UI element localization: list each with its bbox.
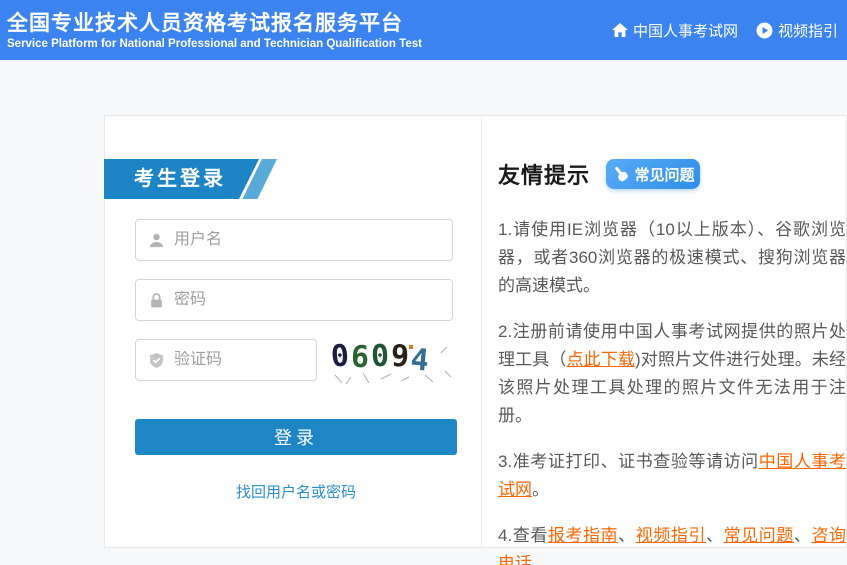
site-subtitle: Service Platform for National Profession…: [7, 37, 422, 52]
header-link-label: 中国人事考试网: [633, 20, 738, 41]
username-field-wrap: [135, 219, 453, 261]
tip-item-1: 1.请使用IE浏览器（10以上版本）、谷歌浏览器，或者360浏览器的极速模式、搜…: [498, 216, 846, 300]
tips-list: 1.请使用IE浏览器（10以上版本）、谷歌浏览器，或者360浏览器的极速模式、搜…: [498, 216, 846, 565]
tips-header: 友情提示 常见问题: [498, 158, 700, 190]
header-link-video-guide[interactable]: 视频指引: [756, 20, 838, 41]
tip-text: 3.准考证打印、证书查验等请访问: [498, 452, 759, 471]
login-panel-ribbon: 考生登录: [104, 159, 304, 199]
lock-icon: [148, 292, 165, 309]
tip-item-2: 2.注册前请使用中国人事考试网提供的照片处理工具（点此下载)对照片文件进行处理。…: [498, 318, 846, 430]
password-field-wrap: [135, 279, 453, 321]
username-input[interactable]: [174, 231, 440, 249]
shield-check-icon: [148, 352, 165, 369]
tips-panel: 友情提示 常见问题 1.请使用IE浏览器（10以上版本）、谷歌浏览器，或者360…: [482, 116, 846, 547]
faq-button[interactable]: 常见问题: [606, 159, 700, 189]
pointing-hand-icon: [612, 165, 630, 183]
tip-item-3: 3.准考证打印、证书查验等请访问中国人事考试网。: [498, 448, 846, 504]
tip-item-4: 4.查看报考指南、视频指引、常见问题、咨询电话。: [498, 522, 846, 565]
exam-guide-link[interactable]: 报考指南: [548, 526, 618, 545]
login-panel-title: 考生登录: [134, 159, 226, 199]
video-guide-link[interactable]: 视频指引: [636, 526, 706, 545]
tip-text: 、: [706, 526, 724, 545]
tip-text: 。: [532, 554, 549, 565]
tip-text: 、: [618, 526, 636, 545]
header-link-label: 视频指引: [778, 20, 838, 41]
recover-credentials-link[interactable]: 找回用户名或密码: [135, 481, 457, 502]
password-input[interactable]: [174, 291, 440, 309]
tip-text: 1.请使用IE浏览器（10以上版本）、谷歌浏览器，或者360浏览器的极速模式、搜…: [498, 220, 846, 295]
tip-text: 。: [532, 480, 549, 499]
header-link-cpta-site[interactable]: 中国人事考试网: [612, 20, 738, 41]
captcha-field-wrap: [135, 339, 317, 381]
page: 全国专业技术人员资格考试报名服务平台 Service Platform for …: [0, 0, 847, 565]
faq-link[interactable]: 常见问题: [724, 526, 794, 545]
header-titles: 全国专业技术人员资格考试报名服务平台 Service Platform for …: [0, 9, 422, 52]
captcha-image[interactable]: 06094: [329, 333, 455, 387]
captcha-noise-lines: [329, 333, 455, 387]
home-icon: [612, 23, 628, 38]
play-icon: [756, 22, 773, 39]
faq-button-label: 常见问题: [635, 164, 695, 185]
user-icon: [148, 232, 165, 249]
tip-text: 4.查看: [498, 526, 548, 545]
header: 全国专业技术人员资格考试报名服务平台 Service Platform for …: [0, 0, 847, 60]
header-links: 中国人事考试网 视频指引: [612, 20, 847, 41]
login-panel: 考生登录 06094: [105, 116, 482, 547]
photo-tool-download-link[interactable]: 点此下载: [566, 350, 634, 369]
login-button[interactable]: 登录: [135, 419, 457, 455]
site-title: 全国专业技术人员资格考试报名服务平台: [7, 11, 422, 37]
tips-title: 友情提示: [498, 158, 590, 190]
tip-text: 、: [794, 526, 812, 545]
main-card: 考生登录 06094: [104, 115, 847, 548]
